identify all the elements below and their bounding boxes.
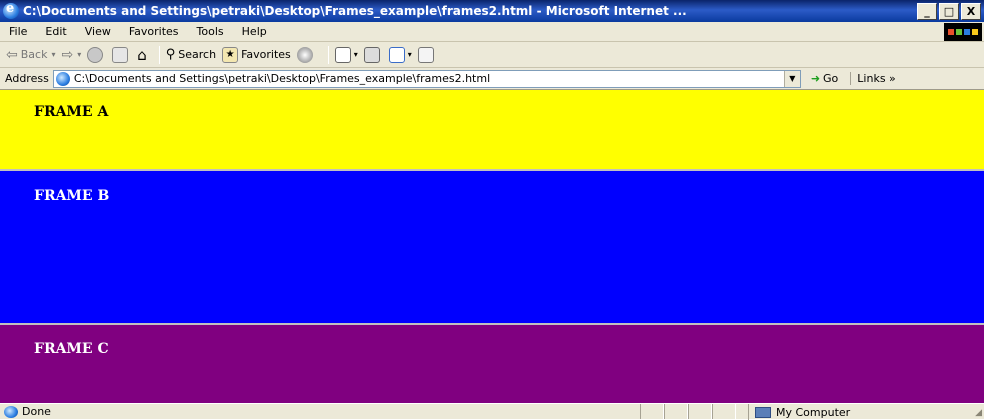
home-icon: ⌂: [137, 45, 147, 64]
media-button[interactable]: [296, 46, 316, 63]
page-done-icon: [4, 405, 18, 418]
minimize-button[interactable]: _: [917, 2, 937, 20]
status-panel: [712, 404, 736, 419]
ie-logo-icon[interactable]: [3, 1, 19, 19]
favorites-star-icon: ★: [222, 46, 239, 63]
print-button[interactable]: [363, 46, 383, 63]
chevron-down-icon: ▾: [407, 50, 412, 59]
back-arrow-icon: ⇦: [6, 46, 18, 63]
search-label: Search: [178, 48, 217, 61]
status-panel: [688, 404, 712, 419]
menu-tools[interactable]: Tools: [188, 25, 233, 38]
window-title: C:\Documents and Settings\petraki\Deskto…: [23, 4, 687, 18]
forward-arrow-icon: ⇨: [61, 46, 74, 63]
computer-icon: [755, 406, 771, 418]
back-button[interactable]: ⇦ Back ▾: [6, 47, 55, 63]
frame-a: FRAME A: [0, 90, 984, 169]
discuss-button[interactable]: [417, 46, 437, 63]
chevron-down-icon: ▾: [51, 50, 56, 59]
edit-icon: [388, 46, 405, 63]
mail-button[interactable]: ▾: [334, 46, 358, 63]
menu-edit[interactable]: Edit: [36, 25, 75, 38]
chevron-down-icon: ▾: [353, 50, 358, 59]
menu-bar: File Edit View Favorites Tools Help: [0, 22, 984, 42]
address-dropdown-button[interactable]: ▼: [783, 70, 800, 87]
back-label: Back: [20, 48, 48, 61]
favorites-button[interactable]: ★ Favorites: [222, 46, 291, 63]
forward-button[interactable]: ⇨ ▾: [61, 47, 81, 63]
frame-c: FRAME C: [0, 323, 984, 403]
status-panels: [640, 404, 736, 420]
search-icon: ⚲: [165, 47, 176, 62]
menu-favorites[interactable]: Favorites: [120, 25, 188, 38]
menu-file[interactable]: File: [0, 25, 36, 38]
window-controls: _ □ X: [917, 2, 981, 20]
favorites-label: Favorites: [241, 48, 291, 61]
status-bar: Done My Computer ◢: [0, 403, 984, 420]
frameset: FRAME A FRAME B FRAME C: [0, 90, 984, 403]
browser-window: C:\Documents and Settings\petraki\Deskto…: [0, 0, 984, 420]
status-text: Done: [22, 405, 51, 418]
stop-button[interactable]: [87, 46, 106, 63]
edit-button[interactable]: ▾: [388, 46, 412, 63]
frame-a-label: FRAME A: [34, 104, 109, 120]
frame-b: FRAME B: [0, 169, 984, 323]
address-label: Address: [5, 72, 49, 85]
maximize-button[interactable]: □: [939, 2, 959, 20]
windows-logo-icon: [944, 23, 982, 41]
refresh-icon: [112, 46, 129, 63]
go-button[interactable]: ➜ Go: [811, 72, 838, 85]
page-icon: [55, 71, 70, 86]
chevron-down-icon: ▾: [77, 50, 82, 59]
menu-help[interactable]: Help: [233, 25, 276, 38]
search-button[interactable]: ⚲ Search: [166, 47, 216, 62]
home-button[interactable]: ⌂: [137, 46, 147, 64]
stop-icon: [87, 46, 104, 63]
zone-label: My Computer: [776, 405, 851, 419]
status-panel: [664, 404, 688, 419]
go-label: Go: [823, 72, 839, 85]
address-input[interactable]: C:\Documents and Settings\petraki\Deskto…: [52, 69, 801, 88]
print-icon: [363, 46, 380, 63]
mail-icon: [334, 46, 351, 63]
frame-b-label: FRAME B: [34, 188, 110, 204]
security-zone: My Computer: [748, 404, 984, 420]
close-button[interactable]: X: [961, 2, 981, 20]
discuss-icon: [417, 46, 434, 63]
go-arrow-icon: ➜: [810, 72, 821, 85]
resize-grip-icon[interactable]: ◢: [975, 408, 982, 418]
refresh-button[interactable]: [112, 46, 131, 63]
status-panel: [640, 404, 664, 419]
menu-view[interactable]: View: [76, 25, 120, 38]
links-button[interactable]: Links »: [850, 72, 896, 85]
toolbar-separator: [327, 45, 329, 64]
address-url: C:\Documents and Settings\petraki\Deskto…: [73, 72, 491, 85]
address-bar: Address C:\Documents and Settings\petrak…: [0, 68, 984, 90]
title-bar[interactable]: C:\Documents and Settings\petraki\Deskto…: [0, 0, 984, 22]
standard-toolbar: ⇦ Back ▾ ⇨ ▾ ⌂ ⚲ Search ★ Favorites ▾ ▾: [0, 42, 984, 68]
frame-c-label: FRAME C: [34, 341, 109, 357]
toolbar-separator: [158, 45, 160, 64]
media-icon: [296, 46, 313, 63]
